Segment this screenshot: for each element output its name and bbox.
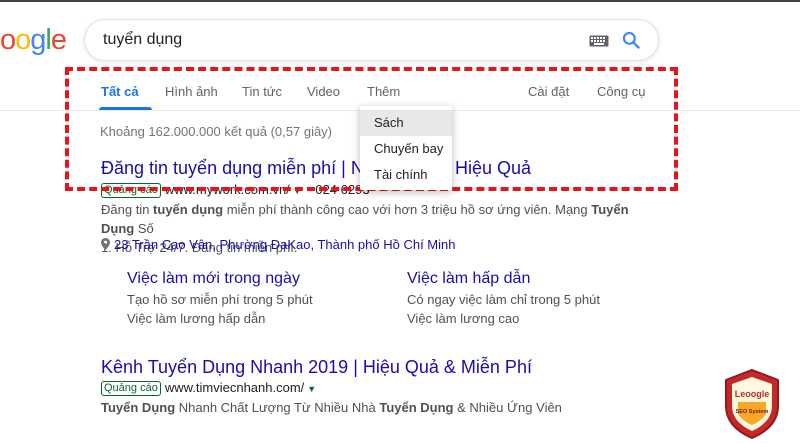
tab-tools[interactable]: Công cụ (597, 84, 645, 99)
location-pin-icon (101, 238, 110, 250)
tab-video[interactable]: Video (307, 84, 340, 99)
snippet-text: Số (134, 221, 154, 236)
sitelink-desc: Việc làm lương cao (407, 311, 520, 326)
snippet-text: miễn phí thành công cao với hơn 3 triệu … (223, 202, 592, 217)
tab-news[interactable]: Tin tức (242, 84, 282, 99)
snippet-text: & Nhiều Ứng Viên (453, 400, 562, 415)
search-input[interactable]: tuyển dụng (103, 31, 182, 49)
keyboard-icon[interactable] (589, 35, 609, 47)
result-url[interactable]: www.mywork.com.vn/ (165, 182, 290, 197)
caret-down-icon[interactable]: ▼ (307, 384, 316, 394)
result-title-1a[interactable]: Đăng tin tuyển dụng miễn phí | Nha (101, 158, 384, 179)
sitelink-desc: Việc làm lương hấp dẫn (127, 311, 266, 326)
tab-images[interactable]: Hình ảnh (165, 84, 218, 99)
search-icon[interactable] (621, 30, 641, 50)
result-ad-line-2: Quảng cáo www.timviecnhanh.com/▼ (101, 380, 316, 396)
result-url[interactable]: www.timviecnhanh.com/ (165, 380, 304, 395)
address-text: 23 Trần Cao Vân, Phường ĐaKao, Thành phố… (114, 237, 456, 252)
result-title-1b[interactable]: Hiệu Quả (455, 158, 531, 179)
result-ad-line-1: Quảng cáo www.mywork.com.vn/▼ 024 6293 (101, 182, 370, 198)
snippet-text: Đăng tin (101, 202, 154, 217)
search-tabs: Tất cả Hình ảnh Tin tức Video Thêm Cài đ… (0, 70, 800, 110)
tab-all[interactable]: Tất cả (101, 84, 139, 99)
caret-down-icon[interactable]: ▼ (293, 186, 302, 196)
result-stats: Khoảng 162.000.000 kết quả (0,57 giây) (100, 124, 333, 139)
tab-settings[interactable]: Cài đặt (528, 84, 569, 99)
menu-item-books[interactable]: Sách (360, 110, 452, 136)
tab-more[interactable]: Thêm (367, 84, 400, 99)
logo-letter: o (15, 24, 31, 56)
ad-badge: Quảng cáo (101, 183, 161, 198)
sitelink-title[interactable]: Việc làm mới trong ngày (127, 270, 300, 288)
sitelink-desc: Có ngay việc làm chỉ trong 5 phút (407, 292, 600, 307)
sitelink-title[interactable]: Việc làm hấp dẫn (407, 270, 530, 288)
logo-letter: e (50, 24, 67, 56)
result-address[interactable]: 23 Trần Cao Vân, Phường ĐaKao, Thành phố… (101, 237, 455, 252)
menu-item-flights[interactable]: Chuyến bay (360, 136, 452, 162)
search-box[interactable]: tuyển dụng (84, 19, 659, 61)
more-dropdown-menu: Sách Chuyến bay Tài chính (360, 106, 452, 190)
logo-letter: g (30, 24, 46, 56)
result-snippet-2: Tuyển Dụng Nhanh Chất Lượng Từ Nhiều Nhà… (101, 398, 661, 417)
logo-letter: o (0, 24, 16, 56)
top-border (0, 0, 800, 2)
menu-item-finance[interactable]: Tài chính (360, 162, 452, 188)
badge-caption: SEO System (736, 409, 769, 415)
seo-system-badge: Leoogle SEO System (725, 368, 779, 440)
result-title-2[interactable]: Kênh Tuyển Dụng Nhanh 2019 | Hiệu Quả & … (101, 357, 532, 378)
ad-badge: Quảng cáo (101, 381, 161, 396)
snippet-bold: Tuyển Dụng (379, 400, 454, 415)
sitelink-desc: Tạo hồ sơ miễn phí trong 5 phút (127, 292, 313, 307)
snippet-bold: Tuyển Dụng (101, 400, 176, 415)
snippet-bold: tuyển dụng (153, 202, 224, 217)
google-logo[interactable]: oogle (0, 22, 67, 58)
badge-brand: Leoogle (735, 389, 770, 399)
snippet-text: Nhanh Chất Lượng Từ Nhiều Nhà (175, 400, 380, 415)
